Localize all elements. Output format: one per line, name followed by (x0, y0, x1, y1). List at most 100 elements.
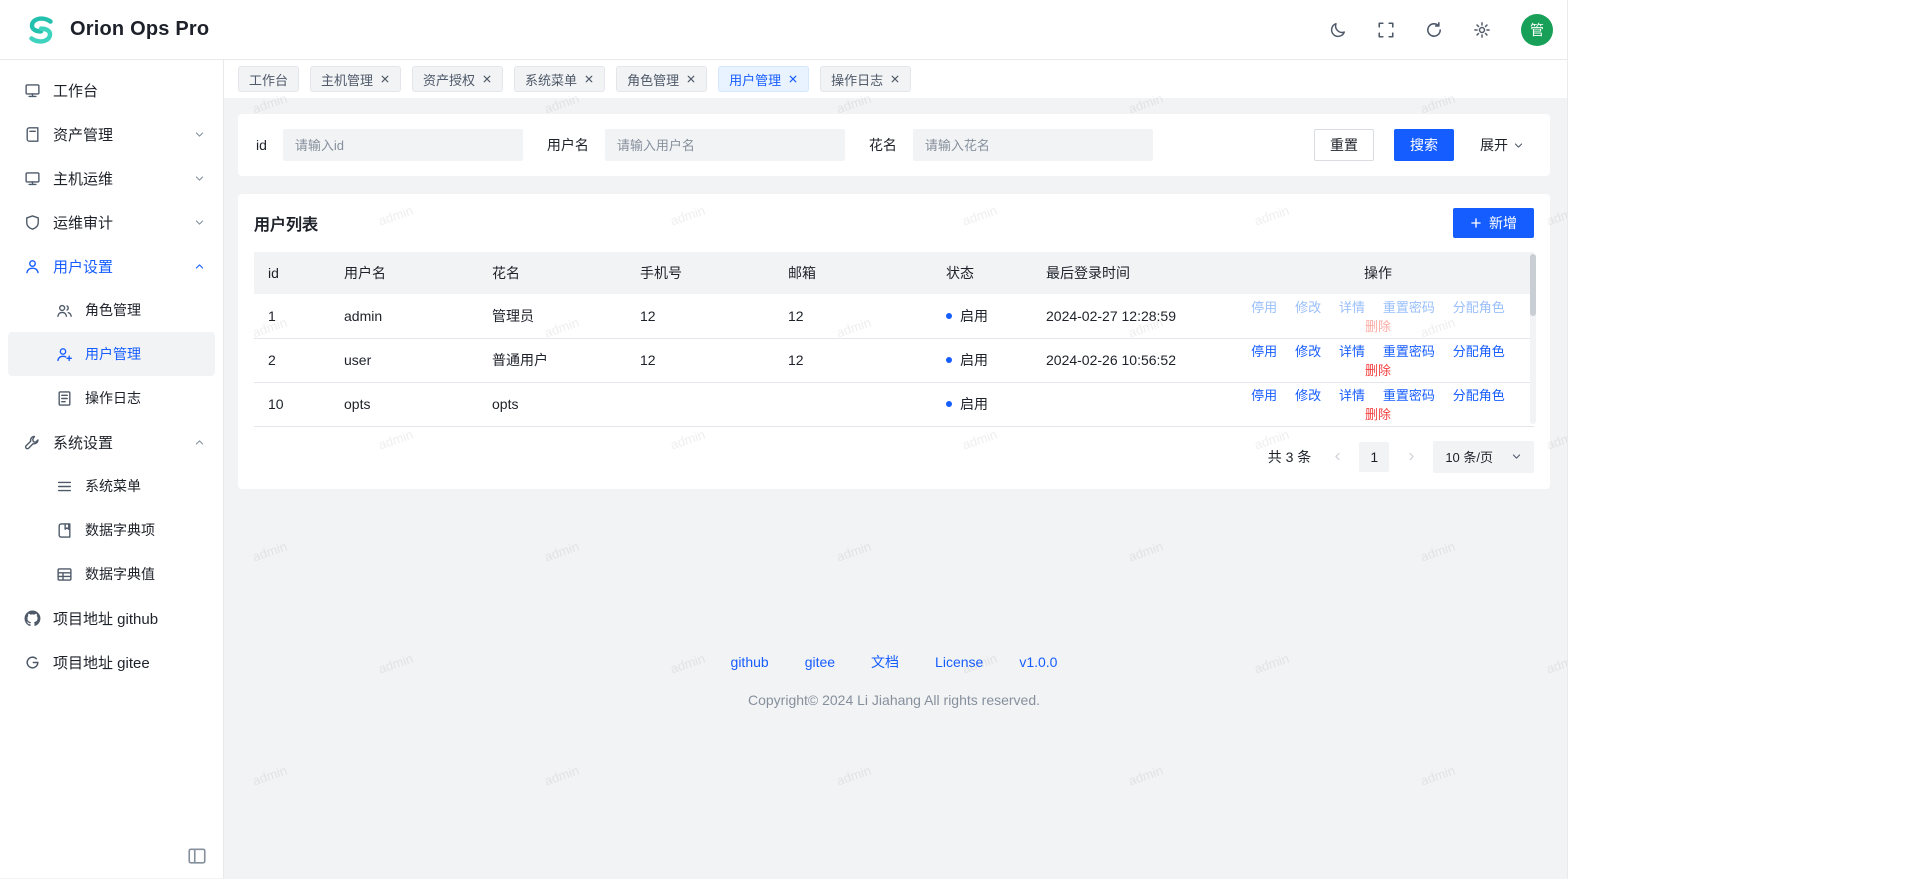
tool-icon (24, 434, 41, 451)
reset-password-action[interactable]: 重置密码 (1383, 300, 1435, 315)
tab-close-icon[interactable] (482, 74, 492, 84)
sidebar-item-dict-keys[interactable]: 数据字典项 (8, 508, 215, 552)
sidebar-item-label: 操作日志 (85, 388, 205, 408)
refresh-icon[interactable] (1425, 21, 1443, 39)
tab-close-icon[interactable] (788, 74, 798, 84)
tab-bar: 工作台 主机管理 资产授权 系统菜单 角色管理 (224, 60, 1567, 98)
tab-close-icon[interactable] (380, 74, 390, 84)
scrollbar-thumb[interactable] (1530, 254, 1536, 316)
reset-password-action[interactable]: 重置密码 (1383, 388, 1435, 403)
id-filter-input[interactable] (283, 129, 523, 161)
disable-action[interactable]: 停用 (1251, 388, 1277, 403)
cell-id: 2 (254, 338, 330, 382)
nickname-filter-input[interactable] (913, 129, 1153, 161)
copyright-text: Copyright© 2024 Li Jiahang All rights re… (238, 692, 1550, 708)
delete-action[interactable]: 删除 (1365, 363, 1391, 378)
log-file-icon (56, 390, 73, 407)
tab-workbench[interactable]: 工作台 (238, 66, 299, 92)
sidebar-item-gitee[interactable]: 项目地址 gitee (8, 640, 215, 684)
sidebar-item-user-management[interactable]: 用户管理 (8, 332, 215, 376)
settings-gear-icon[interactable] (1473, 21, 1491, 39)
sidebar-item-system-menu[interactable]: 系统菜单 (8, 464, 215, 508)
tab-role-management[interactable]: 角色管理 (616, 66, 707, 92)
sidebar-item-operation-log[interactable]: 操作日志 (8, 376, 215, 420)
assign-role-action[interactable]: 分配角色 (1453, 300, 1505, 315)
table-row: 2 user 普通用户 12 12 启用 2024-02-26 10:56:52… (254, 338, 1534, 382)
sidebar-item-system-settings[interactable]: 系统设置 (8, 420, 215, 464)
cell-actions: 停用 修改 详情 重置密码 分配角色 删除 (1222, 382, 1534, 426)
column-header-username: 用户名 (330, 252, 478, 294)
tab-close-icon[interactable] (584, 74, 594, 84)
workbench-icon (24, 82, 41, 99)
cell-username: user (330, 338, 478, 382)
table-scrollbar[interactable] (1530, 254, 1536, 424)
theme-icon[interactable] (1329, 21, 1347, 39)
page-size-select[interactable]: 10 条/页 (1433, 441, 1534, 473)
user-avatar[interactable]: 管 (1521, 14, 1553, 46)
cell-email (774, 382, 932, 426)
footer-link-version[interactable]: v1.0.0 (1019, 654, 1057, 670)
footer-link-docs[interactable]: 文档 (871, 652, 899, 672)
dictionary-icon (56, 522, 73, 539)
expand-label: 展开 (1480, 135, 1508, 155)
assign-role-action[interactable]: 分配角色 (1453, 344, 1505, 359)
edit-action[interactable]: 修改 (1295, 388, 1321, 403)
tab-operation-log[interactable]: 操作日志 (820, 66, 911, 92)
cell-phone: 12 (626, 294, 774, 338)
column-header-email: 邮箱 (774, 252, 932, 294)
sidebar-item-ops-audit[interactable]: 运维审计 (8, 200, 215, 244)
table-grid-icon (56, 566, 73, 583)
page-number-button[interactable]: 1 (1359, 442, 1389, 472)
tab-system-menu[interactable]: 系统菜单 (514, 66, 605, 92)
fullscreen-icon[interactable] (1377, 21, 1395, 39)
cell-username: admin (330, 294, 478, 338)
disable-action[interactable]: 停用 (1251, 344, 1277, 359)
sidebar-item-asset-management[interactable]: 资产管理 (8, 112, 215, 156)
sidebar-item-workbench[interactable]: 工作台 (8, 68, 215, 112)
pagination: 共 3 条 1 10 条/页 (254, 441, 1534, 473)
sidebar-item-label: 数据字典项 (85, 520, 205, 540)
audit-shield-icon (24, 214, 41, 231)
sidebar-item-user-settings[interactable]: 用户设置 (8, 244, 215, 288)
username-filter-input[interactable] (605, 129, 845, 161)
assign-role-action[interactable]: 分配角色 (1453, 388, 1505, 403)
chevron-down-icon (1511, 451, 1522, 462)
prev-page-button[interactable] (1325, 442, 1349, 472)
cell-username: opts (330, 382, 478, 426)
tab-host-management[interactable]: 主机管理 (310, 66, 401, 92)
tab-label: 主机管理 (321, 70, 373, 89)
reset-password-action[interactable]: 重置密码 (1383, 344, 1435, 359)
sidebar-collapse-icon[interactable] (187, 846, 207, 866)
reset-button[interactable]: 重置 (1314, 129, 1374, 161)
delete-action[interactable]: 删除 (1365, 407, 1391, 422)
next-page-button[interactable] (1399, 442, 1423, 472)
detail-action[interactable]: 详情 (1339, 388, 1365, 403)
sidebar-item-label: 用户设置 (53, 256, 194, 277)
brand[interactable]: Orion Ops Pro (22, 11, 209, 49)
sidebar-item-dict-values[interactable]: 数据字典值 (8, 552, 215, 596)
edit-action[interactable]: 修改 (1295, 300, 1321, 315)
delete-action[interactable]: 删除 (1365, 319, 1391, 334)
detail-action[interactable]: 详情 (1339, 344, 1365, 359)
edit-action[interactable]: 修改 (1295, 344, 1321, 359)
tab-close-icon[interactable] (890, 74, 900, 84)
footer-link-github[interactable]: github (731, 654, 769, 670)
sidebar-item-host-ops[interactable]: 主机运维 (8, 156, 215, 200)
sidebar-item-label: 资产管理 (53, 124, 194, 145)
add-user-button[interactable]: 新增 (1453, 208, 1534, 238)
chevron-down-icon (1513, 140, 1524, 151)
sidebar-item-label: 系统菜单 (85, 476, 205, 496)
sidebar-item-github[interactable]: 项目地址 github (8, 596, 215, 640)
sidebar-item-role-management[interactable]: 角色管理 (8, 288, 215, 332)
expand-toggle[interactable]: 展开 (1480, 135, 1524, 155)
cell-last-login (1032, 382, 1222, 426)
chevron-down-icon (194, 173, 205, 184)
tab-asset-auth[interactable]: 资产授权 (412, 66, 503, 92)
detail-action[interactable]: 详情 (1339, 300, 1365, 315)
search-button[interactable]: 搜索 (1394, 129, 1454, 161)
footer-link-gitee[interactable]: gitee (805, 654, 835, 670)
tab-close-icon[interactable] (686, 74, 696, 84)
footer-link-license[interactable]: License (935, 654, 983, 670)
tab-user-management[interactable]: 用户管理 (718, 66, 809, 92)
disable-action[interactable]: 停用 (1251, 300, 1277, 315)
